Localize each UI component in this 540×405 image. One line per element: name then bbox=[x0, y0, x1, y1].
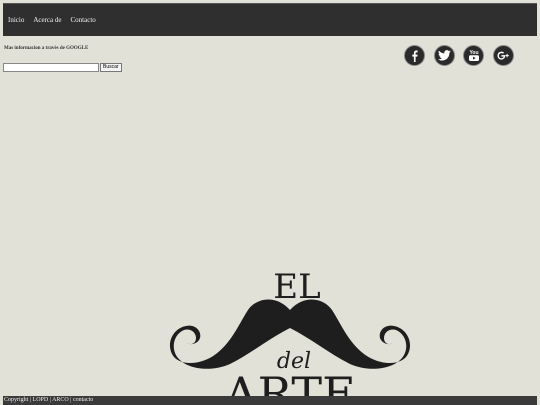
social-links: You bbox=[404, 45, 522, 66]
footer-link-contacto[interactable]: contacto bbox=[73, 397, 93, 403]
footer-link-lopd[interactable]: LOPD bbox=[33, 397, 49, 403]
top-navigation-bar: Inicio Acerca de Contacto bbox=[3, 3, 537, 36]
el-del-arte-logo: EL del ARTE bbox=[169, 267, 411, 402]
youtube-icon: You bbox=[468, 50, 479, 61]
nav-link-acerca-de[interactable]: Acerca de bbox=[33, 16, 61, 24]
footer-link-arco[interactable]: ARCO bbox=[52, 397, 69, 403]
footer-link-copyright[interactable]: Copyright bbox=[4, 397, 28, 403]
footer-bar: Copyright | LOPD | ARCO | contacto bbox=[3, 396, 537, 405]
search-button[interactable]: Buscar bbox=[100, 63, 122, 72]
twitter-button[interactable] bbox=[433, 45, 455, 66]
search-input[interactable] bbox=[3, 63, 99, 72]
google-plus-button[interactable] bbox=[492, 45, 514, 66]
youtube-button[interactable]: You bbox=[463, 45, 484, 66]
youtube-you-text: You bbox=[469, 50, 478, 56]
nav-link-inicio[interactable]: Inicio bbox=[8, 16, 24, 24]
google-plus-icon bbox=[497, 51, 509, 60]
facebook-icon bbox=[411, 50, 418, 62]
facebook-button[interactable] bbox=[404, 45, 425, 66]
google-search-label: Mas informacion a travès de GOOGLE bbox=[4, 46, 89, 51]
google-search-form: Buscar bbox=[3, 63, 122, 72]
nav-link-contacto[interactable]: Contacto bbox=[71, 16, 96, 24]
twitter-icon bbox=[437, 50, 451, 61]
